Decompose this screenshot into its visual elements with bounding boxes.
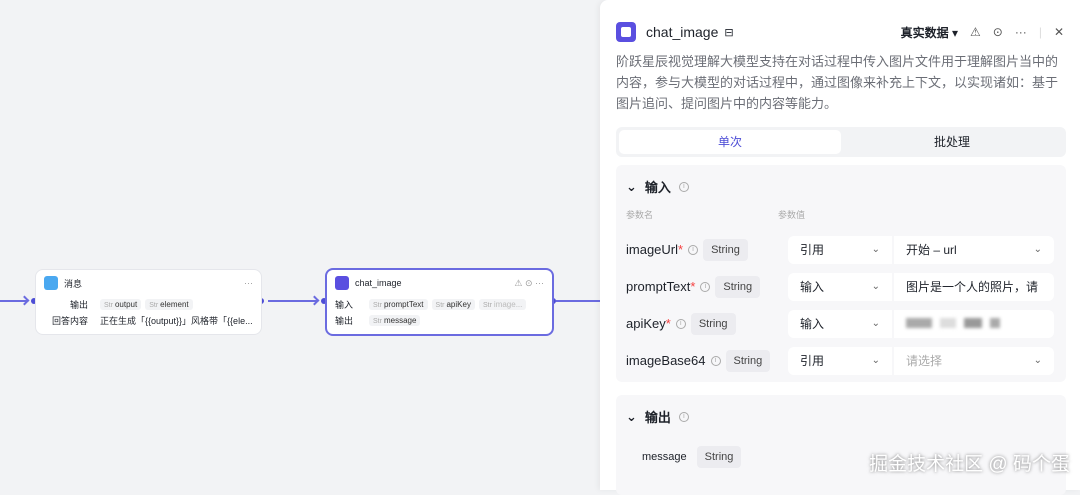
api-key-masked[interactable]	[906, 317, 1008, 331]
warning-icon[interactable]: ⚠	[970, 25, 981, 39]
info-icon: i	[700, 281, 711, 292]
chat-image-node[interactable]: chat_image ⚠ ⊙ ··· 输入 Str promptText Str ap…	[325, 268, 554, 336]
type-tag: String	[715, 275, 761, 298]
input-tag: Str promptText	[369, 298, 428, 310]
param-value: 开始 – url	[906, 243, 957, 257]
section-title: 输出	[644, 410, 671, 425]
close-icon[interactable]: ✕	[1054, 25, 1064, 39]
message-node[interactable]: 消息 ··· 输出 Str output Str element 回答内容 正在生成「{…	[35, 269, 262, 335]
node-actions-icon[interactable]: ⚠ ⊙ ···	[514, 278, 544, 289]
edge-arrow	[19, 295, 30, 306]
edge-out	[556, 300, 600, 302]
param-value: 请选择	[906, 354, 943, 368]
chevron-down-icon: ⌄	[871, 318, 880, 329]
type-tag: String	[696, 445, 742, 468]
mode-value: 输入	[800, 317, 825, 331]
more-icon[interactable]: ···	[244, 278, 253, 288]
input-label: 输入	[335, 299, 354, 310]
watermark: 掘金技术社区 @ 码个蛋	[869, 454, 1070, 475]
chevron-down-icon[interactable]: ⌄	[626, 179, 637, 195]
chevron-down-icon: ⌄	[871, 244, 880, 255]
chevron-down-icon: ⌄	[1033, 355, 1042, 366]
panel-title: chat_image	[646, 24, 719, 40]
mode-value: 引用	[800, 243, 825, 257]
param-name: apiKey	[626, 316, 666, 331]
node-title: 消息	[64, 278, 83, 289]
info-icon: i	[688, 244, 699, 255]
mode-value: 引用	[800, 354, 825, 368]
tab-bar: 单次 批处理	[616, 127, 1066, 157]
edit-icon[interactable]: ⊟	[724, 26, 733, 39]
answer-text: 正在生成「{{output}}」风格带「{{ele...	[100, 315, 253, 326]
param-name: imageBase64	[626, 353, 706, 368]
output-param-name: message	[642, 450, 687, 463]
info-icon: i	[678, 411, 689, 422]
edge-arrow	[309, 295, 320, 306]
param-mode-select[interactable]: 输入 ⌄	[788, 309, 892, 338]
col-value-header: 参数值	[778, 210, 806, 220]
run-icon[interactable]: ⊙	[993, 25, 1003, 39]
type-tag: String	[703, 238, 748, 261]
cube-icon	[616, 22, 636, 42]
type-tag: String	[725, 349, 771, 372]
node-config-panel: chat_image ⊟ 真实数据 ▾ ⚠ ⊙ ··· | ✕ 阶跃星辰视觉理解…	[600, 0, 1080, 495]
info-icon: i	[710, 355, 721, 366]
param-name: imageUrl	[626, 242, 679, 257]
node-title: chat_image	[355, 278, 402, 288]
input-tag: Str apiKey	[431, 298, 475, 310]
mode-value: 输入	[800, 280, 825, 294]
param-value: 图片是一个人的照片，请	[906, 280, 1039, 294]
more-icon[interactable]: ···	[1015, 25, 1027, 39]
input-section: ⌄ 输入 i 参数名 参数值 imageUrl * i String 引用 ⌄ 开始 – url ⌄…	[616, 165, 1066, 382]
answer-label: 回答内容	[51, 315, 88, 326]
param-value-field[interactable]: 图片是一个人的照片，请	[894, 272, 1054, 301]
param-row: imageBase64 i String 引用 ⌄ 请选择 ⌄	[616, 342, 1066, 379]
output-tag: Str output	[100, 298, 142, 310]
output-label: 输出	[69, 299, 88, 310]
param-name: promptText	[626, 279, 691, 294]
chevron-down-icon[interactable]: ⌄	[626, 409, 637, 425]
param-mode-select[interactable]: 引用 ⌄	[788, 235, 892, 264]
data-mode-select[interactable]: 真实数据 ▾	[901, 24, 958, 41]
info-icon: i	[678, 181, 689, 192]
required-mark: *	[678, 242, 684, 257]
info-icon: i	[675, 318, 686, 329]
tab-batch[interactable]: 批处理	[841, 130, 1063, 154]
param-row: promptText * i String 输入 ⌄ 图片是一个人的照片，请	[616, 268, 1066, 305]
message-icon	[44, 276, 58, 290]
output-section: ⌄ 输出 i message String	[616, 395, 1066, 495]
param-value-field[interactable]: 请选择 ⌄	[894, 346, 1054, 375]
param-row: imageUrl * i String 引用 ⌄ 开始 – url ⌄	[616, 231, 1066, 268]
type-tag: String	[690, 312, 736, 335]
param-row: apiKey * i String 输入 ⌄	[616, 305, 1066, 342]
param-value-field[interactable]: 开始 – url ⌄	[894, 235, 1054, 264]
output-tag: Str message	[369, 314, 421, 326]
tab-single[interactable]: 单次	[619, 130, 841, 154]
required-mark: *	[665, 316, 671, 331]
chevron-down-icon: ⌄	[871, 281, 880, 292]
col-name-header: 参数名	[626, 210, 654, 220]
output-label: 输出	[335, 315, 354, 326]
required-mark: *	[690, 279, 696, 294]
chevron-down-icon: ⌄	[1033, 244, 1042, 255]
param-value-field[interactable]	[894, 309, 1054, 338]
param-mode-select[interactable]: 引用 ⌄	[788, 346, 892, 375]
chevron-down-icon: ⌄	[871, 355, 880, 366]
panel-description: 阶跃星辰视觉理解大模型支持在对话过程中传入图片文件用于理解图片当中的内容，参与大…	[616, 54, 1059, 111]
output-tag: Str element	[145, 298, 193, 310]
input-tag: Str image...	[478, 298, 527, 310]
cube-icon	[335, 276, 349, 290]
section-title: 输入	[644, 180, 671, 195]
param-mode-select[interactable]: 输入 ⌄	[788, 272, 892, 301]
